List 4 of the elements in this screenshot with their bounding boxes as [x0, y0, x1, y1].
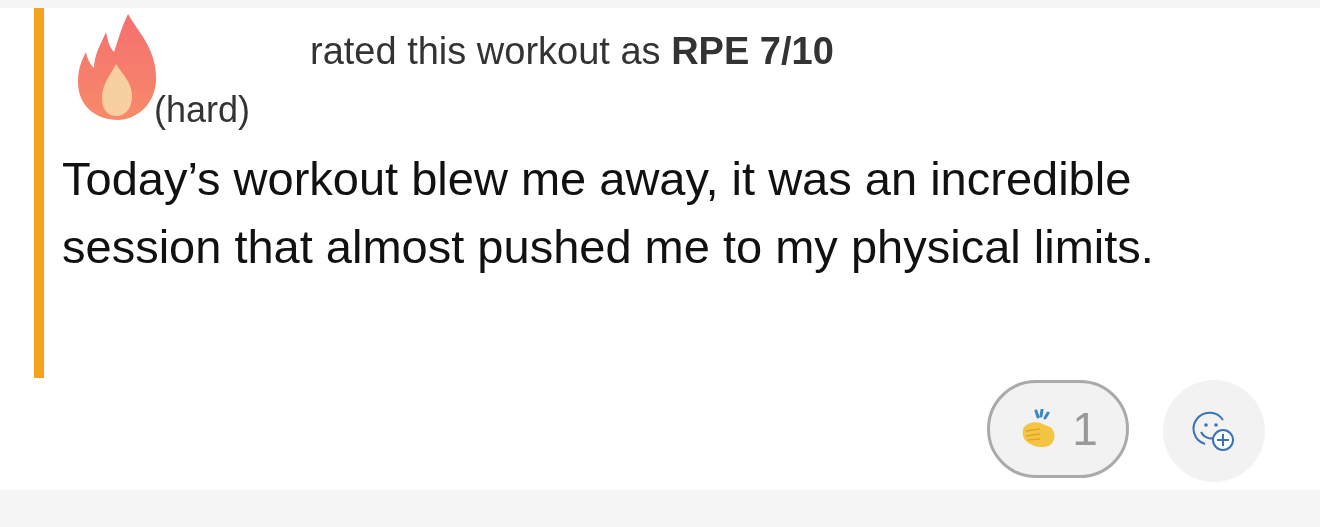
clap-reaction-button[interactable]: 1 [987, 380, 1129, 478]
post-text: Today’s workout blew me away, it was an incredible session that almost pushed me to my physical limits. [62, 151, 1155, 275]
rating-text: rated this workout as RPE 7/10 [310, 30, 834, 73]
rating-label: (hard) [154, 89, 252, 131]
